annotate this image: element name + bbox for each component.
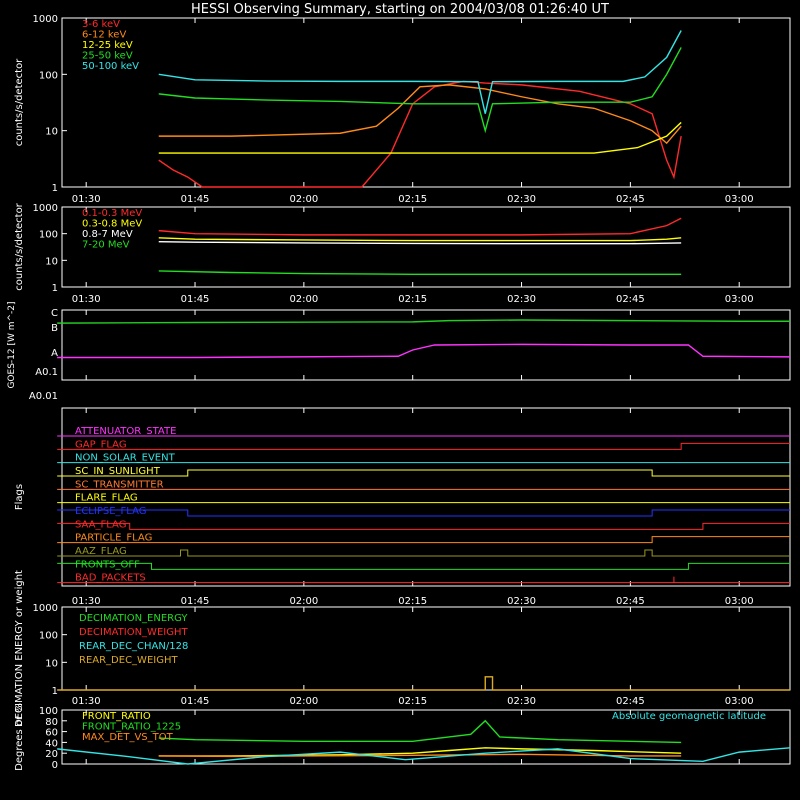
x-tick-label: 01:30 [72,596,101,607]
y-tick-label: 1000 [33,203,58,214]
x-tick-label: 01:30 [72,194,101,205]
x-tick-label: 01:45 [181,294,210,305]
x-tick-label: 02:30 [507,596,536,607]
legend-entry: MAX_DET_VS_TOT [82,732,174,743]
legend-entry: REAR_DEC_CHAN/128 [79,641,188,652]
y-tick-label: 10 [45,658,58,669]
x-tick-label: 02:15 [398,696,427,707]
legend-entry: 0.8-7 MeV [82,229,133,240]
x-tick-label: 02:15 [398,596,427,607]
observing-summary-figure: HESSI Observing Summary, starting on 200… [0,0,800,800]
y-tick-label: 60 [45,728,58,739]
x-tick-label: 02:00 [289,194,318,205]
flag-label: BAD_PACKETS [75,573,146,584]
figure-title: HESSI Observing Summary, starting on 200… [191,2,609,17]
y-tick-label: 100 [39,230,58,241]
y-tick-label: 1000 [33,14,58,25]
legend-entry: DECIMATION_ENERGY [79,613,188,624]
y-tick-label: 40 [45,738,58,749]
x-tick-label: 02:45 [616,596,645,607]
y-tick-label: B [51,323,58,334]
y-axis-label: Flags [14,484,25,510]
flag-label: FRONTS_OFF [75,559,140,570]
flag-label: ATTENUATOR_STATE [75,426,176,437]
legend-entry: REAR_DEC_WEIGHT [79,655,178,666]
legend-entry: 12-25 keV [82,40,133,51]
y-tick-label: A0.1 [35,367,58,378]
x-tick-label: 01:45 [181,596,210,607]
legend-entry: FRONT_RATIO [82,711,151,722]
y-tick-label: C [51,308,58,319]
x-tick-label: 02:00 [289,596,318,607]
flag-label: AAZ_FLAG [75,546,127,557]
flag-label: PARTICLE_FLAG [75,533,152,544]
y-tick-label: A [51,348,58,359]
y-tick-label: 1 [52,183,58,194]
x-tick-label: 02:45 [616,696,645,707]
legend-entry: FRONT_RATIO_1225 [82,722,181,733]
legend-entry: 7-20 MeV [82,240,130,251]
y-tick-label: 1 [52,686,58,697]
legend-entry: 3-6 keV [82,19,120,30]
annotation: Absolute geomagnetic latitude [612,711,766,722]
flag-label: FLARE_FLAG [75,493,138,504]
x-tick-label: 01:45 [181,194,210,205]
flag-label: GAP_FLAG [75,439,127,450]
x-tick-label: 03:00 [725,596,754,607]
legend-entry: 25-50 keV [82,51,133,62]
x-tick-label: 02:15 [398,194,427,205]
y-axis-label: GOES-12 [W m^-2] [7,301,17,388]
legend-entry: 6-12 keV [82,30,126,41]
x-tick-label: 02:45 [616,294,645,305]
legend-entry: 50-100 keV [82,61,139,72]
x-tick-label: 02:00 [289,696,318,707]
y-tick-label: 100 [39,631,58,642]
flag-label: NON_SOLAR_EVENT [75,453,176,464]
x-tick-label: 03:00 [725,194,754,205]
y-axis-label: counts/s/detector [14,58,25,146]
x-tick-label: 02:30 [507,194,536,205]
flag-label: SC_IN_SUNLIGHT [75,466,161,477]
flag-label: SC_TRANSMITTER [75,479,164,490]
x-tick-label: 01:30 [72,696,101,707]
y-tick-label: 10 [45,256,58,267]
x-tick-label: 01:45 [181,696,210,707]
y-tick-label: 80 [45,717,58,728]
legend-entry: 0.3-0.8 MeV [82,219,142,230]
x-tick-label: 01:30 [72,294,101,305]
y-tick-label: 100 [39,706,58,717]
y-tick-label: 1 [52,283,58,294]
y-tick-label: 10 [45,127,58,138]
x-tick-label: 02:30 [507,294,536,305]
y-tick-label: 20 [45,749,58,760]
y-tick-label: 100 [39,70,58,81]
flag-label: ECLIPSE_FLAG [75,506,146,517]
x-tick-label: 02:45 [616,194,645,205]
x-tick-label: 02:15 [398,294,427,305]
legend-entry: 0.1-0.3 MeV [82,208,142,219]
y-tick-label: A0.01 [29,391,58,402]
x-tick-label: 02:30 [507,696,536,707]
y-axis-label: counts/s/detector [14,202,25,290]
figure-background [0,0,800,800]
legend-entry: DECIMATION_WEIGHT [79,627,188,638]
flag-label: SAA_FLAG [75,519,126,530]
x-tick-label: 02:00 [289,294,318,305]
y-axis-label: Degrees or % [14,703,25,771]
y-tick-label: 1000 [33,603,58,614]
x-tick-label: 03:00 [725,294,754,305]
y-tick-label: 0 [52,760,58,771]
x-tick-label: 03:00 [725,696,754,707]
